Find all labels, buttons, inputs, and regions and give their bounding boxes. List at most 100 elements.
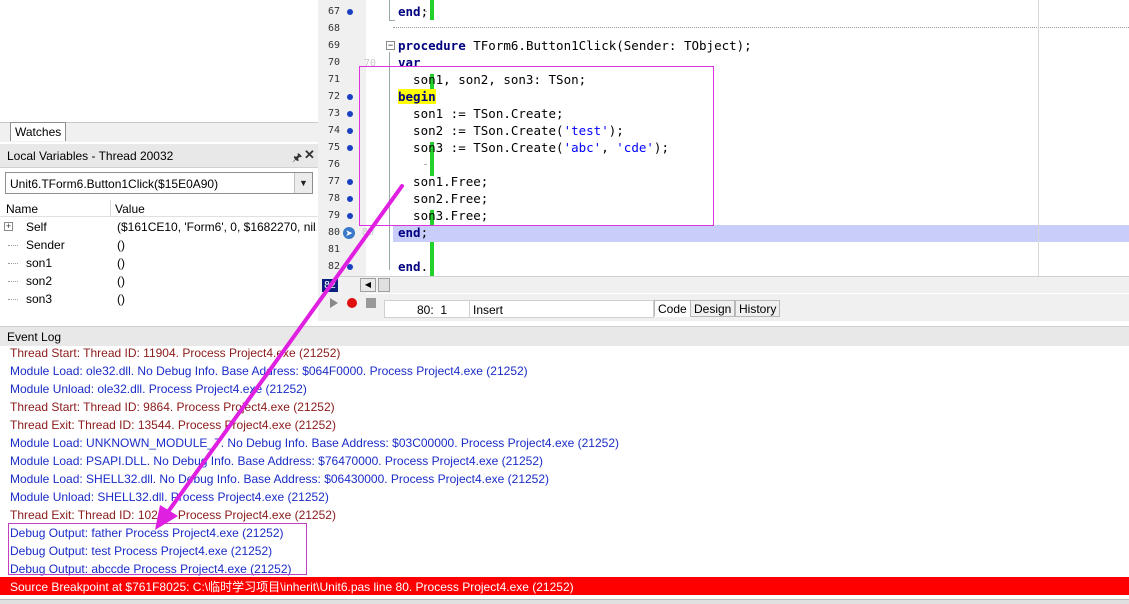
local-variables-header: Local Variables - Thread 20032 🖈 ✕ (0, 144, 318, 168)
tab-history[interactable]: History (735, 300, 781, 317)
breakpoint-dot-icon[interactable] (347, 111, 353, 117)
expand-icon[interactable]: + (4, 222, 13, 231)
insert-mode-indicator[interactable]: Insert (473, 303, 503, 317)
breakpoint-dot-icon[interactable] (347, 196, 353, 202)
code-line-69[interactable]: procedure TForm6.Button1Click(Sender: TO… (398, 38, 752, 53)
debug-left-panel: Watches Local Variables - Thread 20032 🖈… (0, 0, 318, 322)
record-icon[interactable] (347, 298, 357, 308)
breakpoint-dot-icon[interactable] (347, 264, 353, 270)
log-line[interactable]: Module Load: SHELL32.dll. No Debug Info.… (10, 472, 549, 486)
column-value-header[interactable]: Value (115, 202, 145, 216)
stack-frame-select[interactable]: Unit6.TForm6.Button1Click($15E0A90) ▼ (5, 172, 313, 194)
tree-line (8, 281, 18, 282)
code-keyword: end (398, 259, 421, 274)
tab-design[interactable]: Design (690, 300, 736, 317)
close-icon[interactable]: ✕ (304, 147, 315, 163)
log-line[interactable]: Module Load: PSAPI.DLL. No Debug Info. B… (10, 454, 543, 468)
code-line-82[interactable]: end. (398, 259, 428, 274)
tree-line (8, 245, 18, 246)
stop-icon[interactable] (366, 298, 376, 308)
line-number: 79 (327, 210, 340, 221)
annotation-output-highlight-box (8, 523, 307, 575)
chevron-down-icon[interactable]: ▼ (294, 173, 312, 193)
log-line[interactable]: Thread Start: Thread ID: 9864. Process P… (10, 400, 335, 414)
bottom-tab-strip (0, 599, 1129, 604)
variable-name: son3 (26, 292, 53, 306)
variable-row-self[interactable]: + Self ($161CE10, 'Form6', 0, $1682270, … (0, 218, 318, 236)
log-line[interactable]: Module Load: ole32.dll. No Debug Info. B… (10, 364, 528, 378)
current-line-badge: 82 (322, 279, 338, 292)
line-number: 82 (327, 261, 340, 272)
breakpoint-dot-icon[interactable] (347, 145, 353, 151)
code-text: . (420, 259, 429, 274)
log-line[interactable]: Module Unload: ole32.dll. Process Projec… (10, 382, 307, 396)
event-log-header: Event Log (0, 326, 1129, 346)
breakpoint-dot-icon[interactable] (347, 94, 353, 100)
cursor-status-panel: 80: 1 Insert (384, 300, 654, 318)
breakpoint-message: Source Breakpoint at $761F8025: C:\临时学习项… (10, 580, 574, 594)
local-variables-title: Local Variables - Thread 20032 (7, 149, 174, 163)
play-icon[interactable] (330, 298, 338, 308)
annotation-code-highlight-box (359, 66, 714, 226)
breakpoint-hit-line[interactable]: Source Breakpoint at $761F8025: C:\临时学习项… (0, 577, 1129, 595)
variable-value: () (117, 238, 125, 252)
code-keyword: end (398, 4, 421, 19)
code-keyword: procedure (398, 38, 466, 53)
log-line[interactable]: Module Unload: SHELL32.dll. Process Proj… (10, 490, 329, 504)
log-line[interactable]: Module Load: UNKNOWN_MODULE_7. No Debug … (10, 436, 619, 450)
line-number: 71 (327, 74, 340, 85)
tree-line (8, 263, 18, 264)
status-divider (469, 301, 470, 317)
breakpoint-dot-icon[interactable] (347, 128, 353, 134)
breakpoint-dot-icon[interactable] (347, 9, 353, 15)
breakpoint-dot-icon[interactable] (347, 179, 353, 185)
log-line[interactable]: Thread Exit: Thread ID: 10292. Process P… (10, 508, 336, 522)
modified-line-marker (430, 0, 434, 20)
tab-code[interactable]: Code (654, 300, 691, 317)
code-keyword: end (398, 225, 421, 240)
scroll-left-icon[interactable]: ◀ (360, 278, 376, 292)
pin-icon[interactable]: 🖈 (292, 149, 302, 168)
variable-value: () (117, 292, 125, 306)
variable-value: () (117, 274, 125, 288)
editor-status-bar: 80: 1 Insert Code Design History (318, 294, 1129, 321)
tab-watches[interactable]: Watches (10, 122, 67, 141)
variable-row-son1[interactable]: son1 () (0, 254, 318, 272)
line-number: 72 (327, 91, 340, 102)
line-number: 81 (327, 244, 340, 255)
code-text: ; (420, 4, 429, 19)
variable-name: Sender (26, 238, 65, 252)
fold-guide (389, 20, 395, 21)
method-separator (393, 27, 1129, 28)
line-number: 80 (327, 227, 340, 238)
local-variables-grid: Name Value + Self ($161CE10, 'Form6', 0,… (0, 200, 318, 322)
code-text: ; (420, 225, 429, 240)
line-number: 67 (327, 6, 340, 17)
line-number: 77 (327, 176, 340, 187)
log-line[interactable]: Thread Exit: Thread ID: 13544. Process P… (10, 418, 336, 432)
collapse-icon[interactable]: − (386, 41, 395, 50)
event-log-title: Event Log (7, 330, 62, 344)
scrollbar-thumb[interactable] (378, 278, 390, 292)
variable-row-son2[interactable]: son2 () (0, 272, 318, 290)
variable-row-sender[interactable]: Sender () (0, 236, 318, 254)
tree-line (8, 299, 18, 300)
log-line[interactable]: Thread Start: Thread ID: 11904. Process … (10, 346, 340, 360)
column-divider[interactable] (110, 200, 111, 217)
variable-name: Self (26, 220, 47, 234)
code-line-80[interactable]: end; (398, 225, 428, 240)
variable-value: ($161CE10, 'Form6', 0, $1682270, nil,... (117, 220, 317, 234)
variable-row-son3[interactable]: son3 () (0, 290, 318, 308)
watches-list (0, 0, 318, 122)
column-name-header[interactable]: Name (6, 202, 38, 216)
stack-frame-value: Unit6.TForm6.Button1Click($15E0A90) (10, 177, 219, 191)
breakpoint-dot-icon[interactable] (347, 213, 353, 219)
variable-value: () (117, 256, 125, 270)
code-line-67[interactable]: end; (398, 4, 428, 19)
execution-point-line (393, 225, 1129, 242)
line-number: 78 (327, 193, 340, 204)
variable-name: son2 (26, 274, 53, 288)
horizontal-scrollbar[interactable]: ◀ (340, 276, 1129, 293)
line-number: 69 (327, 40, 340, 51)
ghost-line-number: 80 (362, 227, 375, 238)
